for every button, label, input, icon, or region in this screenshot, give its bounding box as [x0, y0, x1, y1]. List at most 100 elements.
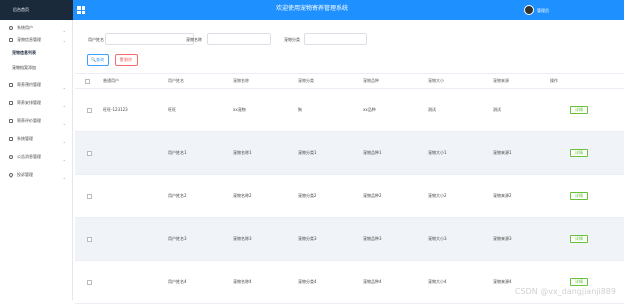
sidebar-item-boarding-review[interactable]: 寄养评价管理 ⌄ [0, 115, 72, 127]
delete-button-label: 删除 [124, 57, 132, 62]
table-cell: 宠物来源4 [493, 261, 512, 303]
submenu-pet-add[interactable]: 宠物档案添加 [0, 61, 72, 74]
user-name-input[interactable] [105, 33, 194, 45]
column-header: 用户姓名 [168, 74, 184, 88]
pet-category-label: 宠物分类 [284, 33, 300, 46]
chevron-down-icon: ⌄ [63, 136, 66, 148]
detail-button[interactable]: 详情 [570, 261, 588, 303]
table-cell: 宠物名称3 [233, 218, 252, 260]
table-cell: 宠物品种4 [363, 261, 382, 303]
user-name[interactable]: 管理员 [537, 0, 549, 21]
search-button-label: 查询 [96, 57, 104, 62]
pet-category-input[interactable] [304, 33, 367, 45]
detail-button[interactable]: 详情 [570, 218, 588, 260]
detail-button-label: 详情 [570, 235, 588, 243]
table-cell: 用户姓名3 [168, 218, 187, 260]
table-cell: 用户姓名2 [168, 175, 187, 217]
sidebar-item-label: 投诉管理 [17, 172, 33, 177]
column-header: 宠物品种 [363, 74, 379, 88]
table-cell: 宠物名称4 [233, 261, 252, 303]
sidebar-item-announcement[interactable]: 公告消息管理 ⌄ [0, 151, 72, 163]
table-cell: 宠物来源1 [493, 132, 512, 174]
table-cell: 狗 [298, 89, 302, 131]
table-cell: 旺旺 [168, 89, 176, 131]
avatar[interactable] [524, 5, 534, 15]
detail-button[interactable]: 详情 [570, 132, 588, 174]
sidebar-item-system-user[interactable]: 系统用户 ⌄ [0, 22, 72, 34]
sidebar-item-label: 寄养预约管理 [17, 82, 41, 87]
table-cell: 宠物分类4 [298, 261, 317, 303]
table-cell: 宠物分类2 [298, 175, 317, 217]
table-header: 普通用户 用户姓名 宠物名称 宠物分类 宠物品种 宠物大小 宠物来源 操作 [75, 73, 624, 89]
detail-button-label: 详情 [570, 149, 588, 157]
sidebar-item-pet-info[interactable]: 宠物信息管理 ⌃ [0, 34, 72, 46]
detail-button-label: 详情 [570, 106, 588, 114]
sidebar-item-system-manage[interactable]: 系统管理 ⌄ [0, 133, 72, 145]
table-cell: 测试 [493, 89, 501, 131]
table-cell: 旺旺-123123 [103, 89, 128, 131]
row-checkbox[interactable] [87, 132, 92, 174]
chevron-down-icon: ⌄ [63, 82, 66, 94]
sidebar: 系统用户 ⌄ 宠物信息管理 ⌃ 宠物信息列表 宠物档案添加 寄养预约管理 ⌄ 寄… [0, 20, 73, 300]
column-header: 宠物名称 [233, 74, 249, 88]
row-checkbox[interactable] [87, 89, 92, 131]
table-cell: xx宠物 [233, 89, 246, 131]
table-row: 用户姓名3 宠物名称3 宠物分类3 宠物品种3 宠物大小3 宠物来源3 详情 [75, 218, 624, 261]
sidebar-item-label: 公告消息管理 [17, 154, 41, 159]
table-cell: 宠物名称2 [233, 175, 252, 217]
column-header: 宠物分类 [298, 74, 314, 88]
sidebar-item-boarding-arrangement[interactable]: 寄养安排管理 ⌄ [0, 97, 72, 109]
column-header: 宠物来源 [493, 74, 509, 88]
sidebar-item-label: 宠物信息管理 [17, 37, 41, 42]
table-cell: 宠物大小4 [428, 261, 447, 303]
document-icon [9, 137, 13, 141]
table-cell: 宠物分类1 [298, 132, 317, 174]
table-cell: 宠物大小2 [428, 175, 447, 217]
table-cell: 宠物品种1 [363, 132, 382, 174]
search-form: 用户姓名 宠物名称 宠物分类 [75, 33, 624, 46]
column-header: 普通用户 [103, 74, 119, 88]
table-cell: 宠物大小1 [428, 132, 447, 174]
table-cell: 宠物大小3 [428, 218, 447, 260]
watermark: CSDN @vx_dangjianji889 [515, 287, 616, 296]
document-icon [9, 83, 13, 87]
detail-button-label: 详情 [570, 278, 588, 286]
row-checkbox[interactable] [87, 175, 92, 217]
select-all-checkbox[interactable] [85, 74, 90, 88]
row-checkbox[interactable] [87, 261, 92, 303]
sidebar-item-label: 系统管理 [17, 136, 33, 141]
submenu-pet-list[interactable]: 宠物信息列表 [0, 46, 72, 59]
table-cell: 宠物名称1 [233, 132, 252, 174]
location-icon [8, 172, 14, 178]
sidebar-item-label: 系统用户 [17, 25, 33, 30]
table-row: 用户姓名1 宠物名称1 宠物分类1 宠物品种1 宠物大小1 宠物来源1 详情 [75, 132, 624, 175]
sidebar-item-boarding-reservation[interactable]: 寄养预约管理 ⌄ [0, 79, 72, 91]
column-header: 宠物大小 [428, 74, 444, 88]
chevron-down-icon: ⌄ [63, 118, 66, 130]
table-row: 旺旺-123123 旺旺 xx宠物 狗 xx品种 测试 测试 详情 [75, 89, 624, 132]
table-row: 用户姓名2 宠物名称2 宠物分类2 宠物品种2 宠物大小2 宠物来源2 详情 [75, 175, 624, 218]
chevron-down-icon: ⌄ [63, 154, 66, 166]
user-name-label: 用户姓名 [88, 33, 104, 46]
pet-table: 普通用户 用户姓名 宠物名称 宠物分类 宠物品种 宠物大小 宠物来源 操作 旺旺… [75, 73, 624, 304]
search-button[interactable]: 🔍查询 [87, 54, 109, 66]
detail-button[interactable]: 详情 [570, 89, 588, 131]
row-checkbox[interactable] [87, 218, 92, 260]
table-cell: 宠物品种2 [363, 175, 382, 217]
chevron-up-icon: ⌃ [63, 37, 66, 49]
clock-icon [9, 155, 13, 159]
table-cell: 宠物分类3 [298, 218, 317, 260]
sidebar-item-complaint[interactable]: 投诉管理 ⌄ [0, 169, 72, 181]
delete-button[interactable]: 🗑删除 [115, 54, 138, 66]
sidebar-item-label: 寄养评价管理 [17, 118, 41, 123]
main-content: 用户姓名 宠物名称 宠物分类 🔍查询 🗑删除 普通用户 用户姓名 宠物名称 宠物… [75, 20, 624, 300]
table-cell: xx品种 [363, 89, 376, 131]
table-cell: 宠物品种3 [363, 218, 382, 260]
chevron-down-icon: ⌄ [63, 172, 66, 184]
detail-button[interactable]: 详情 [570, 175, 588, 217]
user-icon [9, 26, 13, 30]
pet-name-input[interactable] [207, 33, 271, 45]
document-icon [9, 101, 13, 105]
table-cell: 宠物来源3 [493, 218, 512, 260]
table-cell: 用户姓名1 [168, 132, 187, 174]
